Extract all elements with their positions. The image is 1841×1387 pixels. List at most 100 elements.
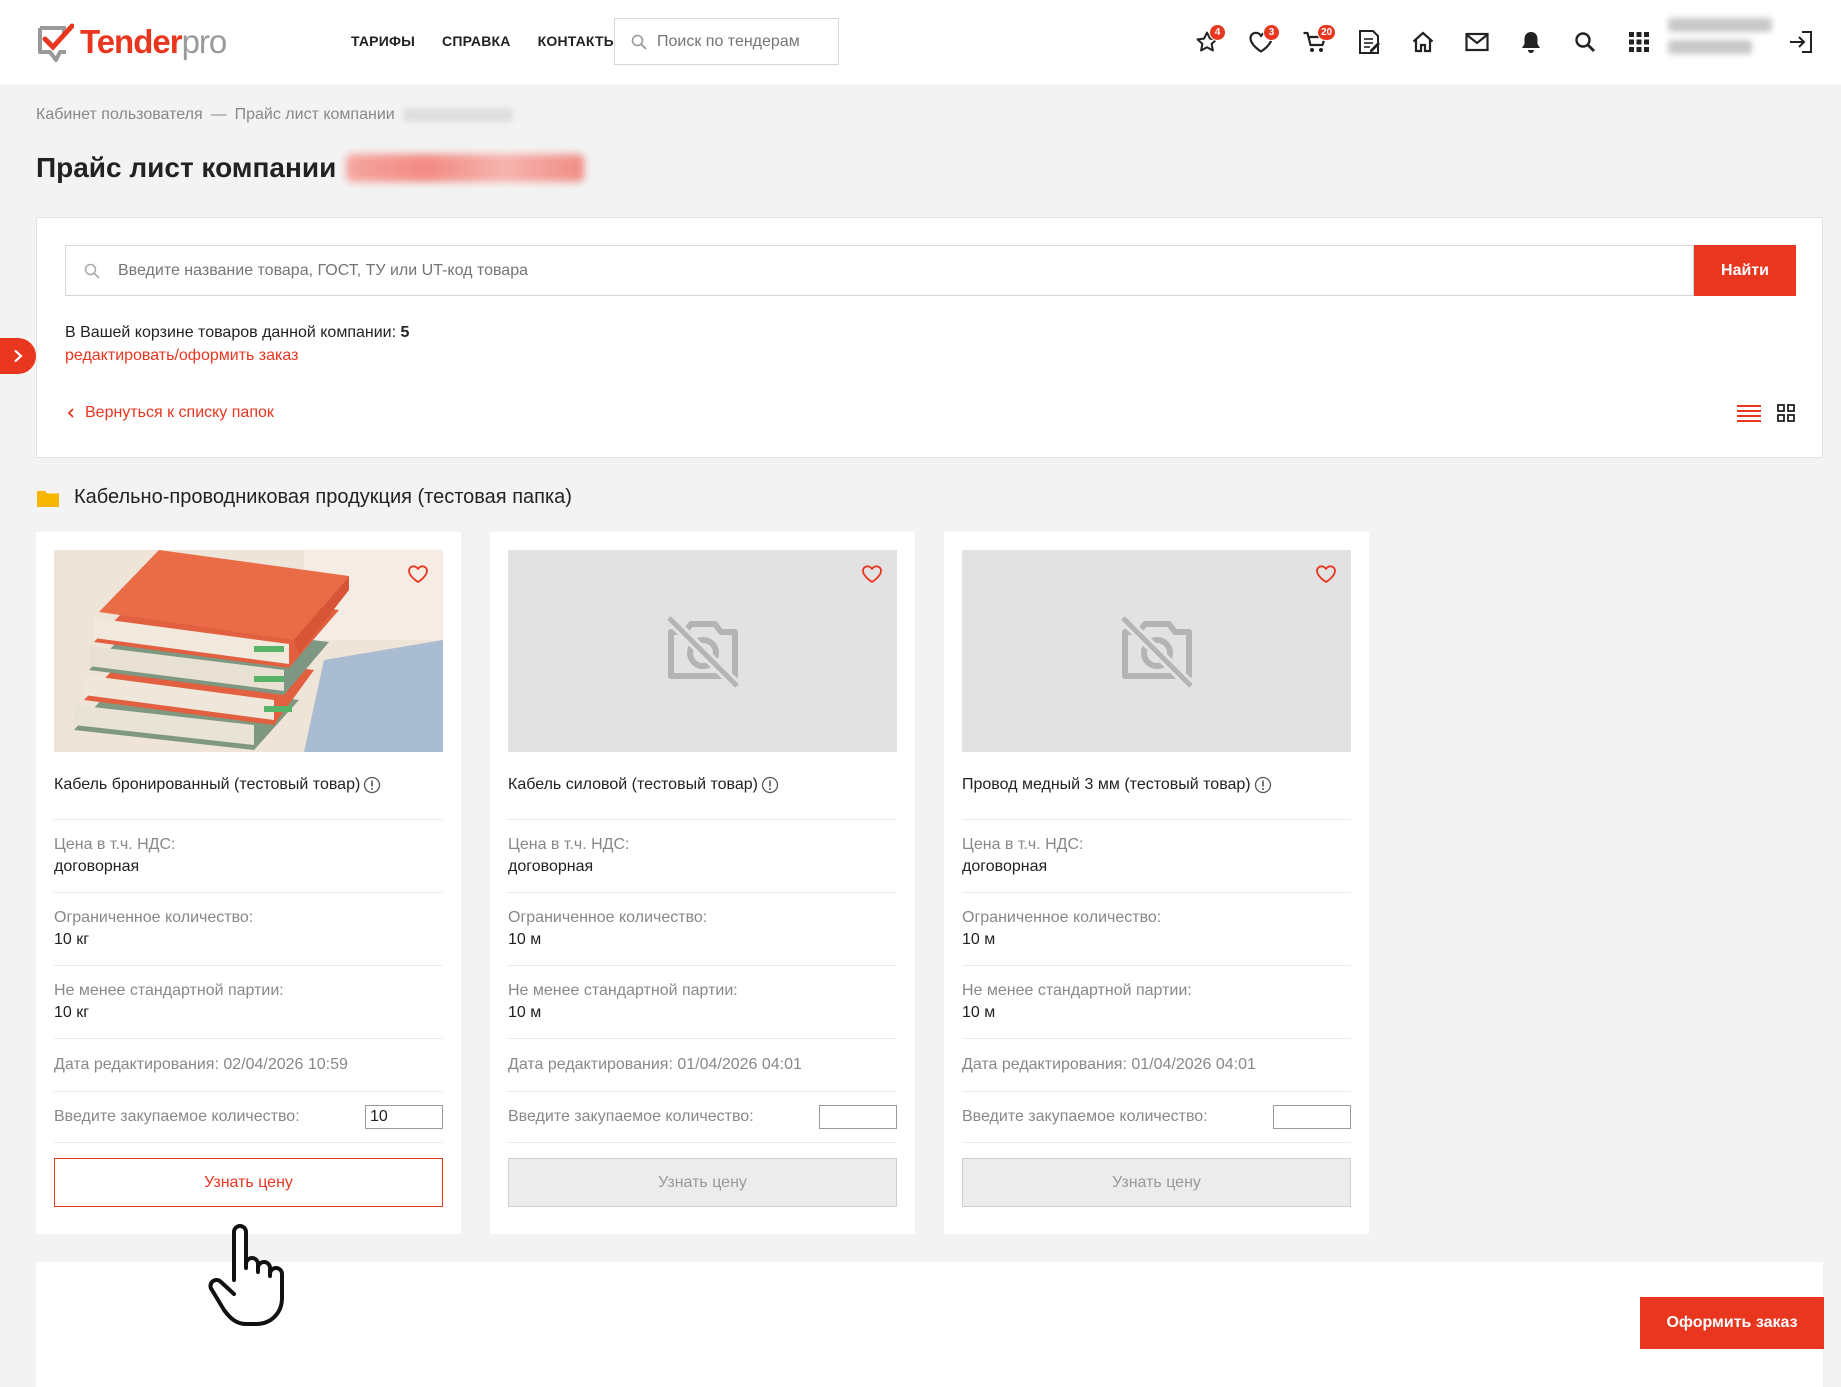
product-image-placeholder[interactable]	[962, 550, 1351, 752]
divider	[508, 819, 897, 820]
price-value: договорная	[508, 858, 594, 875]
cart-count: 5	[400, 324, 410, 341]
cart-button[interactable]: 20	[1288, 24, 1342, 58]
min-batch-value: 10 м	[962, 1004, 996, 1021]
favorite-heart-icon[interactable]	[407, 564, 429, 584]
back-link-label: Вернуться к списку папок	[85, 404, 274, 421]
chevron-right-icon	[14, 349, 23, 363]
divider	[54, 965, 443, 966]
favorites-star-button[interactable]: 4	[1180, 24, 1234, 58]
global-search-button[interactable]	[1558, 26, 1612, 58]
main-nav: ТАРИФЫ СПРАВКА КОНТАКТЫ	[351, 33, 618, 49]
favorite-heart-icon[interactable]	[1315, 564, 1337, 584]
company-name-blurred	[402, 108, 513, 122]
product-search-input[interactable]	[118, 261, 1618, 280]
product-image[interactable]	[54, 550, 443, 752]
cart-badge: 20	[1317, 24, 1337, 41]
product-card: Кабель силовой (тестовый товар) Цена в т…	[490, 532, 915, 1234]
nav-help[interactable]: СПРАВКА	[442, 33, 511, 49]
breadcrumb: Кабинет пользователя — Прайс лист компан…	[36, 106, 513, 124]
qty-input[interactable]	[819, 1105, 897, 1129]
list-view-icon	[1737, 405, 1761, 422]
qty-input[interactable]	[365, 1105, 443, 1129]
tender-search-input[interactable]	[657, 32, 827, 51]
product-title[interactable]: Кабель силовой (тестовый товар)	[508, 776, 897, 794]
info-icon[interactable]	[1254, 776, 1272, 794]
page-title-text: Прайс лист компании	[36, 152, 337, 183]
divider	[508, 1091, 897, 1092]
divider	[962, 1091, 1351, 1092]
breadcrumb-current: Прайс лист компании	[234, 106, 395, 123]
order-panel: Оформить заказ	[36, 1262, 1824, 1387]
price-label: Цена в т.ч. НДС:	[962, 836, 1084, 853]
limited-qty-value: 10 м	[962, 931, 996, 948]
find-button[interactable]: Найти	[1694, 245, 1796, 296]
min-batch-value: 10 м	[508, 1004, 542, 1021]
info-icon[interactable]	[363, 776, 381, 794]
tender-search-box	[614, 18, 839, 65]
qty-label: Введите закупаемое количество:	[54, 1108, 300, 1125]
product-title[interactable]: Провод медный 3 мм (тестовый товар)	[962, 776, 1351, 794]
get-price-button[interactable]: Узнать цену	[54, 1158, 443, 1207]
price-label: Цена в т.ч. НДС:	[508, 836, 630, 853]
apps-menu-button[interactable]	[1612, 26, 1666, 58]
min-batch-label: Не менее стандартной партии:	[54, 982, 284, 999]
tenderpro-logo[interactable]: Tenderpro	[36, 20, 227, 64]
divider	[508, 1038, 897, 1039]
min-batch-value: 10 кг	[54, 1004, 90, 1021]
breadcrumb-home-link[interactable]: Кабинет пользователя	[36, 106, 203, 124]
product-title-text: Кабель бронированный (тестовый товар)	[54, 776, 361, 793]
notifications-button[interactable]	[1504, 26, 1558, 58]
nav-tariffs[interactable]: ТАРИФЫ	[351, 33, 415, 49]
get-price-button[interactable]: Узнать цену	[508, 1158, 897, 1207]
home-button[interactable]	[1396, 26, 1450, 58]
cart-summary-text: В Вашей корзине товаров данной компании:	[65, 324, 397, 341]
hand-cursor-icon	[208, 1224, 284, 1326]
side-panel-toggle[interactable]	[0, 338, 36, 374]
search-icon	[1575, 32, 1595, 52]
folder-heading: Кабельно-проводниковая продукция (тестов…	[36, 486, 572, 509]
search-icon	[84, 263, 100, 279]
list-view-toggle[interactable]	[1737, 404, 1761, 427]
info-icon[interactable]	[761, 776, 779, 794]
qty-input[interactable]	[1273, 1105, 1351, 1129]
nav-contacts[interactable]: КОНТАКТЫ	[538, 33, 618, 49]
edit-date: Дата редактирования: 02/04/2026 10:59	[54, 1056, 348, 1073]
back-to-folders-link[interactable]: Вернуться к списку папок	[67, 404, 274, 422]
limited-qty-label: Ограниченное количество:	[962, 909, 1162, 926]
product-card: Провод медный 3 мм (тестовый товар) Цена…	[944, 532, 1369, 1234]
edit-date: Дата редактирования: 01/04/2026 04:01	[508, 1056, 802, 1073]
folder-title: Кабельно-проводниковая продукция (тестов…	[74, 486, 572, 508]
chevron-left-icon	[67, 408, 74, 418]
product-search-panel: Найти В Вашей корзине товаров данной ком…	[36, 217, 1823, 458]
price-label: Цена в т.ч. НДС:	[54, 836, 176, 853]
edit-order-link[interactable]: редактировать/оформить заказ	[65, 347, 298, 365]
place-order-button[interactable]: Оформить заказ	[1640, 1297, 1824, 1349]
product-search-box	[65, 245, 1694, 296]
favorites-heart-button[interactable]: 3	[1234, 24, 1288, 58]
logout-button[interactable]	[1788, 30, 1814, 59]
search-icon	[631, 34, 647, 50]
min-batch-label: Не менее стандартной партии:	[508, 982, 738, 999]
cart-summary: В Вашей корзине товаров данной компании:…	[65, 324, 409, 342]
divider	[54, 1038, 443, 1039]
edit-date: Дата редактирования: 01/04/2026 04:01	[962, 1056, 1256, 1073]
documents-button[interactable]	[1342, 26, 1396, 58]
favorite-heart-icon[interactable]	[861, 564, 883, 584]
product-title-text: Провод медный 3 мм (тестовый товар)	[962, 776, 1251, 793]
get-price-button[interactable]: Узнать цену	[962, 1158, 1351, 1207]
price-value: договорная	[962, 858, 1048, 875]
notebooks-photo	[54, 550, 443, 752]
grid-view-toggle[interactable]	[1777, 404, 1795, 427]
price-value: договорная	[54, 858, 140, 875]
logout-icon	[1790, 31, 1812, 53]
limited-qty-value: 10 кг	[54, 931, 90, 948]
page-title: Прайс лист компании	[36, 152, 585, 184]
product-image-placeholder[interactable]	[508, 550, 897, 752]
product-title[interactable]: Кабель бронированный (тестовый товар)	[54, 776, 443, 794]
star-badge: 4	[1209, 24, 1226, 41]
divider	[962, 965, 1351, 966]
user-info-blurred[interactable]	[1668, 18, 1772, 62]
no-photo-icon	[1118, 614, 1195, 690]
mail-button[interactable]	[1450, 26, 1504, 58]
